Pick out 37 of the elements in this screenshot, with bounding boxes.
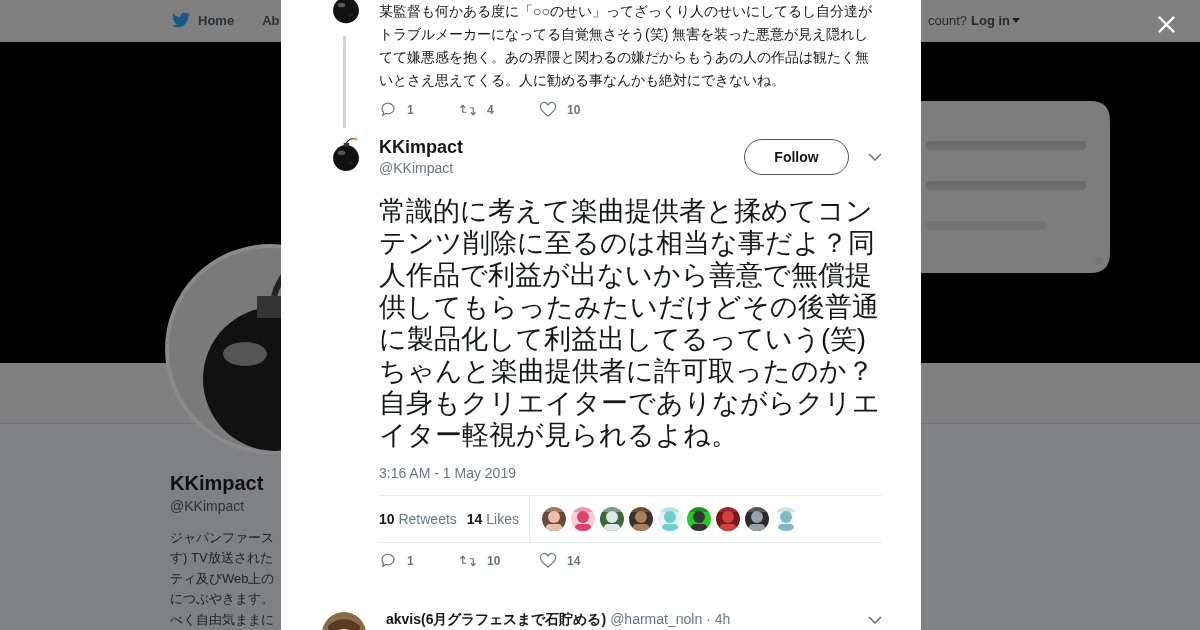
reply-icon[interactable]: [379, 101, 397, 119]
action-count: 1: [407, 554, 414, 568]
caret-icon: [1012, 17, 1020, 23]
bio-text: ジャパンファース: [170, 528, 274, 547]
reply-icon[interactable]: [379, 552, 397, 570]
login-link[interactable]: Log in: [971, 12, 1020, 28]
bio-text: ティ及びWeb上の: [170, 569, 275, 588]
retweet-icon[interactable]: [459, 552, 477, 570]
bio-text: す) TV放送された: [170, 549, 273, 567]
author-name[interactable]: KKimpact: [379, 136, 463, 158]
heart-icon[interactable]: [539, 101, 557, 119]
heart-icon[interactable]: [539, 552, 557, 570]
profile-handle: @KKimpact: [170, 497, 245, 514]
profile-name: KKimpact: [170, 470, 264, 496]
author-name[interactable]: akvis(6月グラフェスまで石貯める): [386, 611, 607, 627]
nav-link[interactable]: Ab: [262, 12, 280, 28]
chevron-icon[interactable]: [868, 153, 882, 161]
tweet-text: 某監督も何かある度に「○○のせい」ってざっくり人のせいにしてるし自分達がトラブルメーカーになってる自覚無さそう(笑) 無害を装った悪意が見え隠れしてて嫌悪感を抱く。あの界隈と関わるの嫌だからもうあの人の作品は観たく無いとさえ思えてくる。人に勧める事なんかも絶対にできないね。: [379, 2, 873, 90]
action-count: 14: [567, 554, 581, 568]
action-count: 4: [487, 103, 494, 117]
action-count: 10: [567, 103, 581, 117]
bio-text: につぶやきます。: [170, 590, 274, 608]
retweet-icon[interactable]: [459, 101, 477, 119]
follow-button[interactable]: Follow: [744, 139, 849, 175]
account-prompt: count?: [927, 12, 967, 28]
action-count: 1: [407, 103, 414, 117]
action-count: 10: [487, 554, 501, 568]
tweet-text: 常識的に考えて楽曲提供者と揉めてコンテンツ削除に至るのは相当な事だよ？同人作品で利益が出ないから善意で無償提供してもらったみたいだけどその後普通に製品化して利益出してるっていう(笑) ちゃんと楽曲提供者に許可取ったのか？自身もクリエイターでありながらクリエイター軽視が見られるよね。: [379, 195, 881, 451]
timestamp[interactable]: 3:16 AM - 1 May 2019: [379, 463, 516, 483]
author-handle[interactable]: @harmat_noln · 4h: [610, 611, 731, 627]
author-handle[interactable]: @KKimpact: [379, 158, 454, 178]
close-icon[interactable]: [1157, 15, 1176, 34]
stat-link[interactable]: 10 Retweets: [379, 511, 457, 527]
nav-link[interactable]: Home: [171, 10, 235, 31]
stat-link[interactable]: 14 Likes: [466, 511, 519, 527]
bio-text: べく自由気ままに: [170, 610, 274, 629]
chevron-icon[interactable]: [868, 616, 882, 624]
